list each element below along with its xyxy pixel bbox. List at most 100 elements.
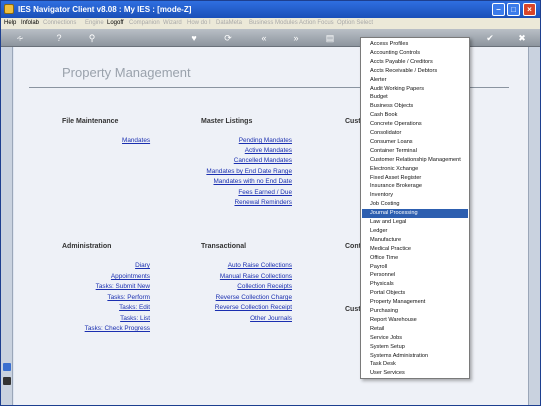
link-diary[interactable]: Diary [74,262,150,269]
link-renewal-reminders[interactable]: Renewal Reminders [202,199,292,206]
search-icon[interactable]: ⚲ [85,32,99,44]
link-tasks-edit[interactable]: Tasks: Edit [74,304,150,311]
link-pending-mandates[interactable]: Pending Mandates [202,137,292,144]
link-mandates[interactable]: Mandates [122,137,150,144]
link-collection-receipts[interactable]: Collection Receipts [202,283,292,290]
dropdown-item[interactable]: Budget [362,93,468,102]
app-window: IES Navigator Client v8.08 : My IES : [m… [0,0,541,406]
dropdown-item[interactable]: Task Desk [362,360,468,369]
dropdown-item[interactable]: Accts Payable / Creditors [362,58,468,67]
right-sidebar [528,47,540,405]
page-icon[interactable]: ▤ [323,32,337,44]
menu-companion[interactable]: Companion [129,20,160,26]
link-cancelled-mandates[interactable]: Cancelled Mandates [202,157,292,164]
cust-heading-top: Cust [345,118,361,125]
page-title: Property Management [62,65,191,80]
side-info-icon[interactable] [3,377,11,385]
close-button[interactable]: × [523,3,536,16]
dropdown-item[interactable]: Inventory [362,191,468,200]
dropdown-item[interactable]: Customer Relationship Management [362,156,468,165]
business-modules-dropdown: Access Profiles Accounting Controls Accts … [360,37,470,379]
link-active-mandates[interactable]: Active Mandates [202,147,292,154]
dropdown-item[interactable]: Property Management [362,298,468,307]
menu-wizard[interactable]: Wizard [163,20,182,26]
menu-how-do-i[interactable]: How do I [187,20,211,26]
dropdown-item[interactable]: Ledger [362,227,468,236]
menu-business-modules[interactable]: Business Modules [249,20,298,26]
dropdown-item[interactable]: Accounting Controls [362,49,468,58]
minimize-button[interactable]: – [492,3,505,16]
file-maintenance-heading: File Maintenance [62,118,119,125]
link-tasks-list[interactable]: Tasks: List [74,315,150,322]
menu-bar: Help Infolab Connections Engine Logoff C… [1,18,540,29]
app-icon [4,4,14,14]
menu-datameta[interactable]: DataMeta [216,20,242,26]
back-icon[interactable]: « [257,32,271,44]
dropdown-item[interactable]: Purchasing [362,307,468,316]
link-fees-earned-due[interactable]: Fees Earned / Due [202,189,292,196]
help-icon[interactable]: ? [52,32,66,44]
menu-connections[interactable]: Connections [43,20,76,26]
dropdown-item[interactable]: Retail [362,325,468,334]
link-tasks-check-progress[interactable]: Tasks: Check Progress [74,325,150,332]
dropdown-item[interactable]: Manufacture [362,236,468,245]
dropdown-item[interactable]: Consumer Loans [362,138,468,147]
dropdown-item[interactable]: Office Time [362,254,468,263]
dropdown-item[interactable]: Service Jobs [362,334,468,343]
link-other-journals[interactable]: Other Journals [202,315,292,322]
dropdown-item[interactable]: Medical Practice [362,245,468,254]
dropdown-item[interactable]: Fixed Asset Register [362,174,468,183]
link-reverse-collection-charge[interactable]: Reverse Collection Charge [202,294,292,301]
cust-heading-bottom: Cust [345,306,361,313]
menu-option-select[interactable]: Option Select [337,20,373,26]
link-manual-raise-collections[interactable]: Manual Raise Collections [202,273,292,280]
dropdown-item[interactable]: System Setup [362,343,468,352]
master-listings-heading: Master Listings [201,118,253,125]
administration-heading: Administration [62,243,112,250]
dropdown-item[interactable]: Alerter [362,76,468,85]
dropdown-item[interactable]: Job Costing [362,200,468,209]
dropdown-item[interactable]: Portal Objects [362,289,468,298]
heart-icon[interactable]: ♥ [187,32,201,44]
dropdown-item[interactable]: Electronic Xchange [362,165,468,174]
dropdown-item[interactable]: Payroll [362,263,468,272]
key-icon[interactable]: ∻ [9,32,31,44]
dropdown-item[interactable]: Consolidator [362,129,468,138]
dropdown-item[interactable]: Insurance Brokerage [362,182,468,191]
dropdown-item[interactable]: Business Objects [362,102,468,111]
window-title: IES Navigator Client v8.08 : My IES : [m… [18,5,192,14]
title-bar: IES Navigator Client v8.08 : My IES : [m… [1,1,540,18]
dropdown-item[interactable]: Physicals [362,280,468,289]
dropdown-item[interactable]: Journal Processing [362,209,468,219]
dropdown-item[interactable]: User Services [362,369,468,378]
menu-action-focus[interactable]: Action Focus [299,20,334,26]
maximize-button[interactable]: □ [507,3,520,16]
dropdown-item[interactable]: Access Profiles [362,40,468,49]
menu-help[interactable]: Help [4,20,16,26]
dropdown-item[interactable]: Report Warehouse [362,316,468,325]
cont-heading: Cont [345,243,361,250]
link-tasks-perform[interactable]: Tasks: Perform [74,294,150,301]
dropdown-item[interactable]: Audit Working Papers [362,85,468,94]
dropdown-item[interactable]: Systems Administration [362,352,468,361]
link-auto-raise-collections[interactable]: Auto Raise Collections [202,262,292,269]
dropdown-item[interactable]: Concrete Operations [362,120,468,129]
side-nav-icon[interactable] [3,363,11,371]
menu-logoff[interactable]: Logoff [107,20,124,26]
forward-icon[interactable]: » [289,32,303,44]
dropdown-item[interactable]: Accts Receivable / Debtors [362,67,468,76]
refresh-icon[interactable]: ⟳ [221,32,235,44]
menu-engine[interactable]: Engine [85,20,104,26]
link-mandates-no-end-date[interactable]: Mandates with no End Date [202,178,292,185]
dropdown-item[interactable]: Law and Legal [362,218,468,227]
link-mandates-by-end-date-range[interactable]: Mandates by End Date Range [202,168,292,175]
link-reverse-collection-receipt[interactable]: Reverse Collection Receipt [202,304,292,311]
dropdown-item[interactable]: Container Terminal [362,147,468,156]
menu-infolab[interactable]: Infolab [21,20,39,26]
dropdown-item[interactable]: Personnel [362,271,468,280]
link-tasks-submit-new[interactable]: Tasks: Submit New [74,283,150,290]
cancel-icon[interactable]: ✖ [515,32,529,44]
check-icon[interactable]: ✔ [483,32,497,44]
dropdown-item[interactable]: Cash Book [362,111,468,120]
link-appointments[interactable]: Appointments [74,273,150,280]
